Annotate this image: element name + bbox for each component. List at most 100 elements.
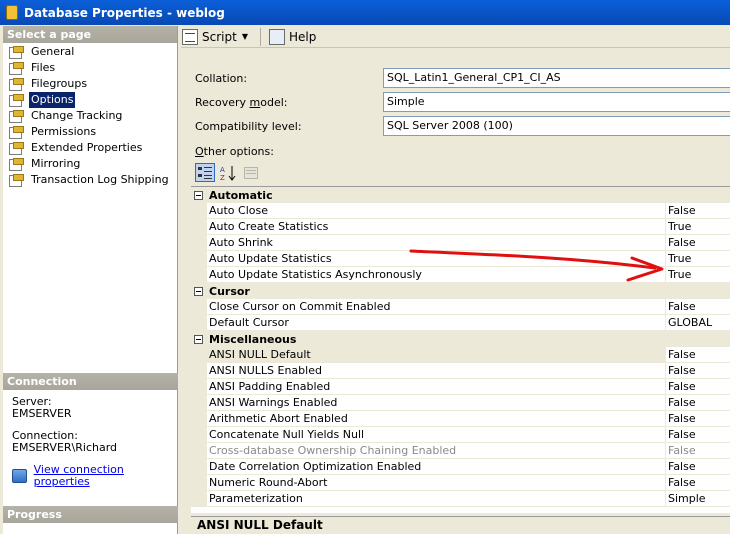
description-title: ANSI NULL Default	[191, 516, 730, 534]
alphabetical-view-button[interactable]: AZ	[218, 163, 238, 182]
property-value[interactable]: False	[666, 235, 730, 250]
property-value[interactable]: False	[666, 443, 730, 458]
property-pages-button[interactable]	[241, 163, 261, 182]
script-icon	[182, 28, 198, 45]
page-item-label: Filegroups	[31, 77, 88, 90]
row-gutter	[191, 251, 207, 266]
row-gutter	[191, 475, 207, 490]
property-pages-icon	[244, 166, 258, 179]
property-value[interactable]: False	[666, 363, 730, 378]
property-value[interactable]: False	[666, 203, 730, 218]
page-icon	[8, 174, 24, 187]
window-title: Database Properties - weblog	[24, 5, 225, 20]
help-label: Help	[288, 29, 317, 44]
page-item-options[interactable]: Options	[3, 92, 177, 108]
category-header[interactable]: Cursor	[191, 283, 730, 299]
property-row[interactable]: Date Correlation Optimization Enabled Fal…	[191, 459, 730, 475]
page-item-filegroups[interactable]: Filegroups	[3, 76, 177, 92]
chevron-down-icon[interactable]: ▼	[242, 32, 248, 41]
page-item-permissions[interactable]: Permissions	[3, 124, 177, 140]
category-header[interactable]: Miscellaneous	[191, 331, 730, 347]
page-item-label: Transaction Log Shipping	[31, 173, 169, 186]
collapse-icon[interactable]	[194, 286, 203, 296]
script-button[interactable]: Script ▼	[182, 28, 248, 45]
grid-toolbar: AZ	[195, 163, 264, 182]
collation-field[interactable]: SQL_Latin1_General_CP1_CI_AS	[383, 68, 730, 88]
row-gutter	[191, 379, 207, 394]
property-row[interactable]: Concatenate Null Yields Null False	[191, 427, 730, 443]
property-value[interactable]: False	[666, 379, 730, 394]
options-form: Collation: SQL_Latin1_General_CP1_CI_AS …	[195, 66, 730, 138]
sort-alphabetical-icon: AZ	[220, 165, 236, 181]
property-value[interactable]: False	[666, 411, 730, 426]
property-value[interactable]: True	[666, 219, 730, 234]
page-icon	[8, 62, 24, 75]
category-header[interactable]: Automatic	[191, 187, 730, 203]
page-item-extended-properties[interactable]: Extended Properties	[3, 140, 177, 156]
page-item-general[interactable]: General	[3, 44, 177, 60]
property-row[interactable]: Auto Close False	[191, 203, 730, 219]
svg-text:A: A	[220, 166, 225, 174]
row-gutter	[191, 267, 207, 282]
help-button[interactable]: Help	[268, 28, 317, 45]
property-row[interactable]: Arithmetic Abort Enabled False	[191, 411, 730, 427]
property-row[interactable]: Auto Update Statistics True	[191, 251, 730, 267]
property-value[interactable]: Simple	[666, 491, 730, 506]
page-item-change-tracking[interactable]: Change Tracking	[3, 108, 177, 124]
connection-properties-icon	[12, 469, 27, 483]
main-pane: Script ▼ Help Collation: SQL_Latin1_Gene…	[181, 26, 730, 534]
category-title: Cursor	[209, 284, 250, 298]
property-row[interactable]: Close Cursor on Commit Enabled False	[191, 299, 730, 315]
page-item-transaction-log-shipping[interactable]: Transaction Log Shipping	[3, 172, 177, 188]
property-row[interactable]: Default Cursor GLOBAL	[191, 315, 730, 331]
toolbar-separator	[259, 27, 261, 46]
property-name: Auto Shrink	[207, 235, 666, 250]
property-row[interactable]: ANSI Warnings Enabled False	[191, 395, 730, 411]
property-value[interactable]: False	[666, 459, 730, 474]
recovery-model-field[interactable]: Simple	[383, 92, 730, 112]
property-value[interactable]: False	[666, 347, 730, 362]
page-item-mirroring[interactable]: Mirroring	[3, 156, 177, 172]
collapse-icon[interactable]	[194, 334, 203, 344]
categorized-view-button[interactable]	[195, 163, 215, 182]
row-gutter	[191, 203, 207, 218]
property-name: ANSI NULL Default	[207, 347, 666, 362]
property-row[interactable]: ANSI NULLS Enabled False	[191, 363, 730, 379]
property-value[interactable]: GLOBAL	[666, 315, 730, 330]
property-row[interactable]: ANSI NULL Default False	[191, 347, 730, 363]
other-options-label: Other options:	[195, 145, 274, 158]
page-icon	[8, 46, 24, 59]
property-name: Date Correlation Optimization Enabled	[207, 459, 666, 474]
property-value[interactable]: True	[666, 251, 730, 266]
page-item-files[interactable]: Files	[3, 60, 177, 76]
help-icon	[268, 28, 285, 45]
title-bar: Database Properties - weblog	[0, 0, 730, 25]
property-value[interactable]: False	[666, 299, 730, 314]
page-icon	[8, 142, 24, 155]
page-item-label: General	[31, 45, 75, 58]
property-name: Close Cursor on Commit Enabled	[207, 299, 666, 314]
category-title: Miscellaneous	[209, 332, 297, 346]
property-row[interactable]: Auto Update Statistics Asynchronously Tru…	[191, 267, 730, 283]
property-name: ANSI Padding Enabled	[207, 379, 666, 394]
progress-heading: Progress	[3, 506, 178, 523]
property-row[interactable]: Auto Create Statistics True	[191, 219, 730, 235]
left-pane: Select a page General Files Filegroups Opti…	[3, 26, 178, 534]
page-icon	[8, 94, 24, 107]
property-row[interactable]: Cross-database Ownership Chaining Enable…	[191, 443, 730, 459]
property-row[interactable]: Auto Shrink False	[191, 235, 730, 251]
property-row[interactable]: Parameterization Simple	[191, 491, 730, 507]
property-value[interactable]: False	[666, 427, 730, 442]
row-gutter	[191, 395, 207, 410]
property-value[interactable]: False	[666, 395, 730, 410]
compatibility-level-field[interactable]: SQL Server 2008 (100)	[383, 116, 730, 136]
collation-label: Collation:	[195, 71, 248, 85]
property-value[interactable]: True	[666, 267, 730, 282]
property-value[interactable]: False	[666, 475, 730, 490]
property-name: Auto Close	[207, 203, 666, 218]
property-row[interactable]: Numeric Round-Abort False	[191, 475, 730, 491]
property-name: Arithmetic Abort Enabled	[207, 411, 666, 426]
property-row[interactable]: ANSI Padding Enabled False	[191, 379, 730, 395]
view-connection-properties-link[interactable]: View connection properties	[34, 464, 169, 488]
collapse-icon[interactable]	[194, 190, 203, 200]
